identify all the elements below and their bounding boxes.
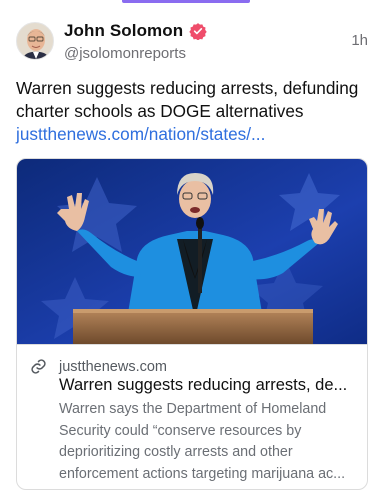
link-icon — [30, 358, 47, 375]
link-card-description-line: deprioritizing costly arrests and other — [59, 444, 293, 460]
link-card-title[interactable]: Warren suggests reducing arrests, de... — [59, 376, 355, 395]
link-card-domain-row: justthenews.com — [30, 358, 167, 375]
link-card-domain: justthenews.com — [59, 358, 167, 375]
post-text: Warren suggests reducing arrests, defund… — [16, 78, 359, 121]
link-card-body: justthenews.com Warren suggests reducing… — [17, 344, 367, 489]
link-card-description-line: enforcement actions targeting marijuana … — [59, 465, 346, 482]
link-card-description-line: Warren says the Department of Homeland — [59, 401, 327, 417]
link-card[interactable]: justthenews.com Warren suggests reducing… — [16, 158, 368, 490]
link-card-description-line: Security could “conserve resources by — [59, 422, 302, 439]
link-card-image[interactable] — [17, 159, 368, 344]
verified-badge-icon — [189, 22, 207, 40]
post-link[interactable]: justthenews.com/nation/states/... — [16, 123, 370, 146]
avatar[interactable] — [16, 22, 54, 60]
post-header: John Solomon @jsolomonreports 1h — [16, 20, 368, 64]
post[interactable]: John Solomon @jsolomonreports 1h Warren … — [0, 0, 384, 500]
author-names: John Solomon @jsolomonreports — [64, 20, 207, 62]
link-card-description: Warren says the Department of Homeland S… — [59, 399, 355, 485]
post-body: Warren suggests reducing arrests, defund… — [16, 77, 370, 146]
author-display-name[interactable]: John Solomon — [64, 21, 183, 41]
author-handle[interactable]: @jsolomonreports — [64, 45, 207, 62]
post-timestamp[interactable]: 1h — [351, 32, 368, 49]
